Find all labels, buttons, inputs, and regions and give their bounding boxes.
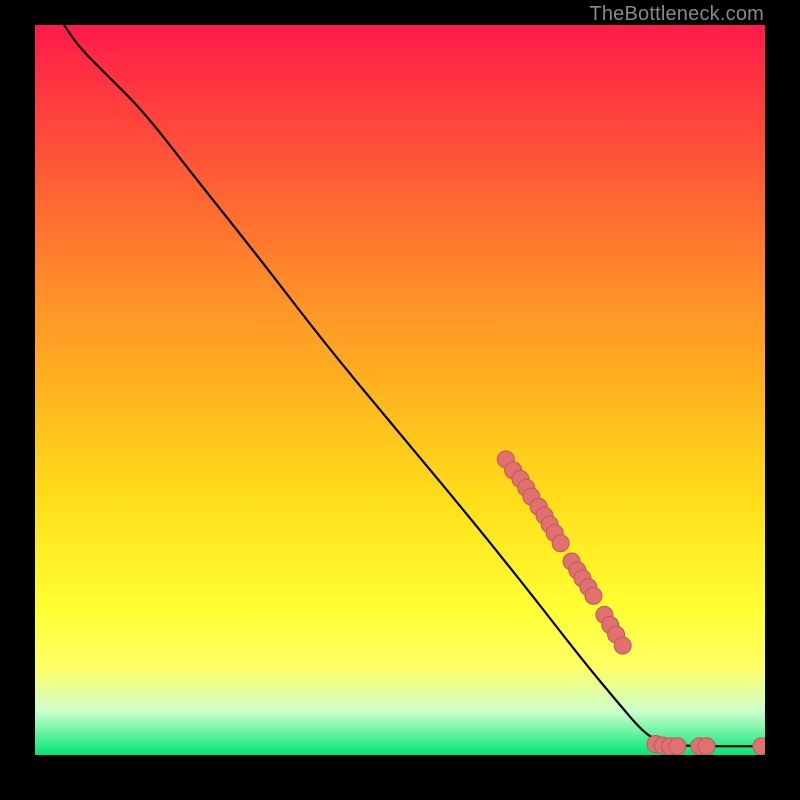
data-point (505, 462, 522, 479)
data-point (536, 507, 553, 524)
data-point (654, 737, 671, 754)
data-point (518, 479, 535, 496)
data-point (608, 626, 625, 643)
chart-frame: TheBottleneck.com (0, 0, 800, 800)
data-point (614, 637, 631, 654)
data-point (662, 738, 679, 755)
data-point (530, 498, 547, 515)
data-point (647, 736, 664, 753)
data-point (546, 525, 563, 542)
data-point (691, 738, 708, 755)
trend-line (64, 25, 765, 746)
data-point (602, 617, 619, 634)
data-point (580, 579, 597, 596)
attribution-label: TheBottleneck.com (589, 3, 764, 26)
scatter-points (497, 451, 765, 755)
data-point (669, 738, 686, 755)
data-point (497, 451, 514, 468)
data-point (552, 535, 569, 552)
data-point (596, 606, 613, 623)
data-point (523, 488, 540, 505)
data-point (753, 738, 765, 755)
data-point (512, 471, 529, 488)
data-point (569, 562, 586, 579)
chart-svg (35, 25, 765, 755)
data-point (698, 738, 715, 755)
data-point (563, 553, 580, 570)
data-point (585, 587, 602, 604)
data-point (541, 516, 558, 533)
plot-area (35, 25, 765, 755)
data-point (574, 570, 591, 587)
